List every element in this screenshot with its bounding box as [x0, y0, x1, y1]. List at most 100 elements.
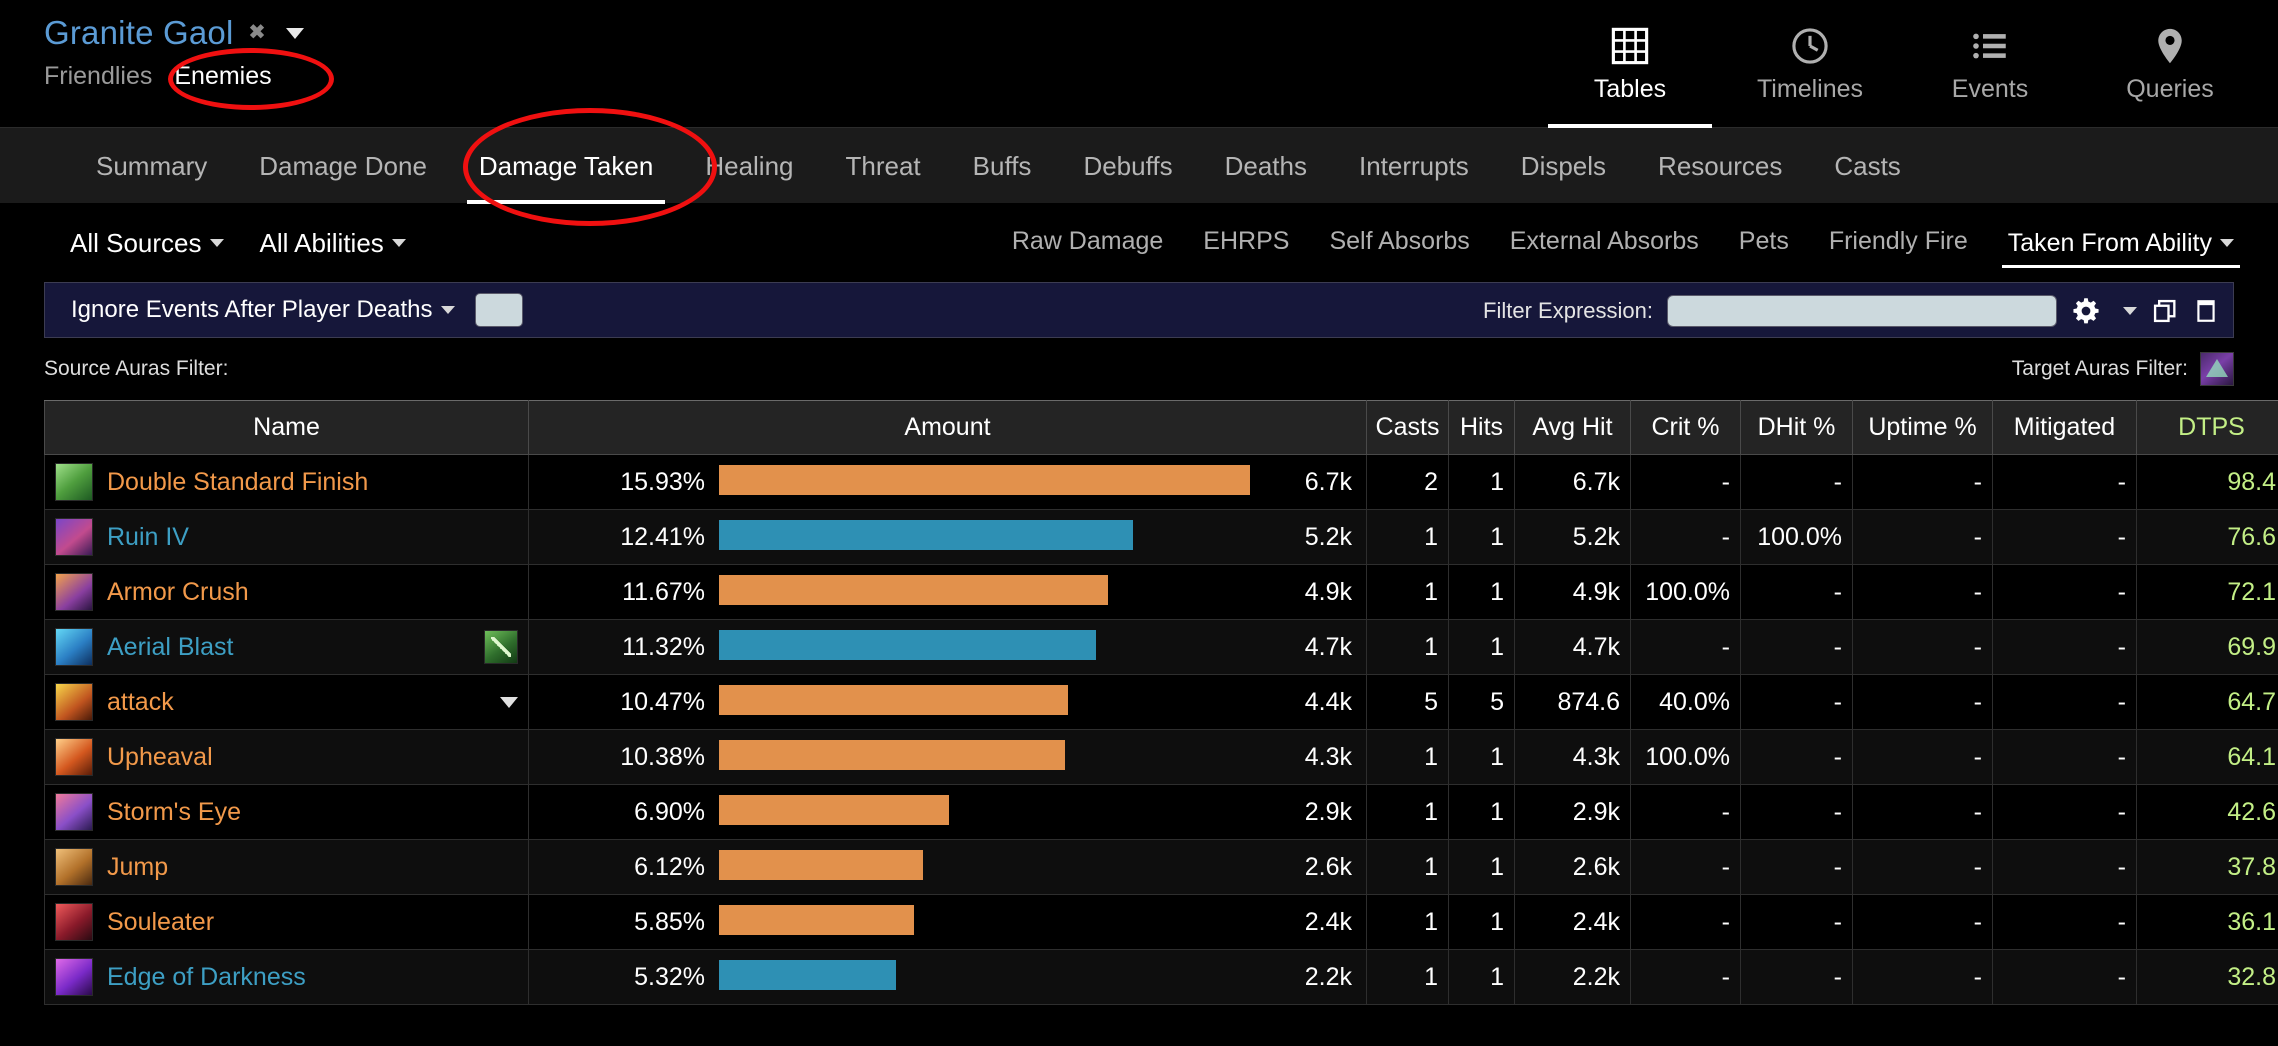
nav-timelines[interactable]: Timelines — [1720, 0, 1900, 128]
table-row[interactable]: Jump6.12%2.6k112.6k----37.8+ — [44, 839, 2278, 895]
amount-value: 2.2k — [1304, 962, 1352, 991]
ability-name[interactable]: Double Standard Finish — [107, 468, 368, 497]
chevron-down-icon — [209, 239, 224, 247]
col-header-name[interactable]: Name — [44, 400, 529, 455]
table-row[interactable]: Aerial Blast11.32%4.7k114.7k----69.9+ — [44, 619, 2278, 675]
table-row[interactable]: attack10.47%4.4k55874.640.0%---64.7+ — [44, 674, 2278, 730]
col-header-amount[interactable]: Amount — [528, 400, 1367, 455]
target-auras-filter-label: Target Auras Filter: — [2011, 357, 2188, 380]
ignore-events-checkbox[interactable] — [474, 293, 523, 327]
single-panel-icon[interactable] — [2193, 297, 2219, 325]
options-row: All Sources All Abilities Raw Damage EHR… — [0, 204, 2278, 282]
col-header-crit[interactable]: Crit % — [1630, 400, 1741, 455]
wind-figure-icon — [55, 628, 93, 666]
ability-name[interactable]: Jump — [107, 853, 168, 882]
col-header-dhit[interactable]: DHit % — [1740, 400, 1853, 455]
cell-amount: 11.32% 4.7k — [528, 619, 1367, 675]
cell-amount: 6.12% 2.6k — [528, 839, 1367, 895]
cell-name[interactable]: Souleater — [44, 894, 529, 950]
cell-avg-hit: 4.7k — [1514, 619, 1631, 675]
col-header-casts[interactable]: Casts — [1366, 400, 1449, 455]
all-sources-dropdown[interactable]: All Sources — [70, 228, 224, 259]
tab-casts[interactable]: Casts — [1808, 128, 1926, 204]
cell-crit: 100.0% — [1630, 564, 1741, 620]
toggle-ehrps[interactable]: EHRPS — [1183, 204, 1309, 282]
nav-tables[interactable]: Tables — [1540, 0, 1720, 128]
tab-deaths[interactable]: Deaths — [1199, 128, 1333, 204]
toggle-friendly-fire[interactable]: Friendly Fire — [1809, 204, 1988, 282]
cell-name[interactable]: Jump — [44, 839, 529, 895]
cell-amount: 5.32% 2.2k — [528, 949, 1367, 1005]
chevron-down-icon[interactable] — [285, 27, 304, 39]
tab-damage-taken[interactable]: Damage Taken — [453, 128, 679, 204]
col-header-avg-hit[interactable]: Avg Hit — [1514, 400, 1631, 455]
sidetab-friendlies[interactable]: Friendlies — [44, 62, 152, 91]
col-header-hits[interactable]: Hits — [1448, 400, 1515, 455]
cell-name[interactable]: Armor Crush — [44, 564, 529, 620]
ignore-events-after-deaths-dropdown[interactable]: Ignore Events After Player Deaths — [71, 296, 455, 324]
amount-percent: 5.85% — [634, 907, 705, 936]
sword-slash-icon — [55, 573, 93, 611]
cell-name[interactable]: Ruin IV — [44, 509, 529, 565]
tab-resources[interactable]: Resources — [1632, 128, 1808, 204]
ability-name[interactable]: Ruin IV — [107, 523, 189, 552]
tab-summary[interactable]: Summary — [70, 128, 233, 204]
cell-name[interactable]: Edge of Darkness — [44, 949, 529, 1005]
tab-threat[interactable]: Threat — [820, 128, 947, 204]
cell-casts: 1 — [1366, 839, 1449, 895]
chevron-down-icon[interactable] — [2123, 307, 2137, 315]
ability-name[interactable]: Storm's Eye — [107, 798, 241, 827]
tab-debuffs[interactable]: Debuffs — [1057, 128, 1198, 204]
cell-name[interactable]: Upheaval — [44, 729, 529, 785]
col-header-dtps[interactable]: DTPS — [2136, 400, 2278, 455]
col-header-mitigated[interactable]: Mitigated — [1992, 400, 2137, 455]
cell-dtps: 64.7 — [2136, 674, 2278, 730]
table-row[interactable]: Souleater5.85%2.4k112.4k----36.1+ — [44, 894, 2278, 950]
toggle-pets[interactable]: Pets — [1719, 204, 1809, 282]
page-title[interactable]: Granite Gaol — [44, 14, 234, 52]
toggle-raw-damage[interactable]: Raw Damage — [992, 204, 1183, 282]
nav-events[interactable]: Events — [1900, 0, 2080, 128]
amount-value: 4.9k — [1304, 577, 1352, 606]
jump-icon — [55, 848, 93, 886]
tab-healing[interactable]: Healing — [679, 128, 819, 204]
table-row[interactable]: Storm's Eye6.90%2.9k112.9k----42.6+ — [44, 784, 2278, 840]
ability-name[interactable]: Armor Crush — [107, 578, 249, 607]
col-header-uptime[interactable]: Uptime % — [1852, 400, 1993, 455]
tab-dispels[interactable]: Dispels — [1495, 128, 1632, 204]
ability-name[interactable]: Aerial Blast — [107, 633, 233, 662]
ability-name[interactable]: Upheaval — [107, 743, 213, 772]
table-row[interactable]: Upheaval10.38%4.3k114.3k100.0%---64.1+ — [44, 729, 2278, 785]
toggle-self-absorbs[interactable]: Self Absorbs — [1309, 204, 1489, 282]
sidetab-enemies[interactable]: Enemies — [174, 62, 271, 91]
gear-icon[interactable] — [2071, 296, 2101, 326]
amount-bar — [719, 850, 923, 880]
table-row[interactable]: Edge of Darkness5.32%2.2k112.2k----32.8+ — [44, 949, 2278, 1005]
duplicate-window-icon[interactable] — [2151, 297, 2179, 325]
all-abilities-dropdown[interactable]: All Abilities — [260, 228, 406, 259]
ability-name[interactable]: Souleater — [107, 908, 214, 937]
tab-damage-done[interactable]: Damage Done — [233, 128, 453, 204]
chevron-down-icon[interactable] — [500, 696, 518, 708]
toggle-external-absorbs[interactable]: External Absorbs — [1490, 204, 1719, 282]
cell-name[interactable]: Aerial Blast — [44, 619, 529, 675]
tab-interrupts[interactable]: Interrupts — [1333, 128, 1495, 204]
table-row[interactable]: Ruin IV12.41%5.2k115.2k-100.0%--76.6+ — [44, 509, 2278, 565]
cell-name[interactable]: attack — [44, 674, 529, 730]
filter-expression-input[interactable] — [1667, 295, 2057, 327]
ability-name[interactable]: attack — [107, 688, 174, 717]
nav-queries[interactable]: Queries — [2080, 0, 2260, 128]
cell-amount: 15.93% 6.7k — [528, 454, 1367, 510]
table-row[interactable]: Armor Crush 11.67% 4.9k 1 1 4.9k 100.0% - - -72.1… — [44, 564, 2278, 620]
table-row[interactable]: Double Standard Finish 15.93% 6.7k 2 1 6.7k - -… — [44, 454, 2278, 510]
toggle-taken-from-ability[interactable]: Taken From Ability — [1988, 204, 2254, 282]
ability-name[interactable]: Edge of Darkness — [107, 963, 306, 992]
map-pin-icon — [2149, 25, 2191, 67]
table-header-row: Name Amount Casts Hits Avg Hit Crit % DH… — [44, 400, 2278, 455]
cell-name[interactable]: Storm's Eye — [44, 784, 529, 840]
amount-value: 5.2k — [1304, 522, 1352, 551]
aura-buff-icon[interactable] — [2200, 352, 2234, 386]
cell-name[interactable]: Double Standard Finish — [44, 454, 529, 510]
tab-buffs[interactable]: Buffs — [947, 128, 1058, 204]
amount-percent: 15.93% — [620, 467, 705, 496]
